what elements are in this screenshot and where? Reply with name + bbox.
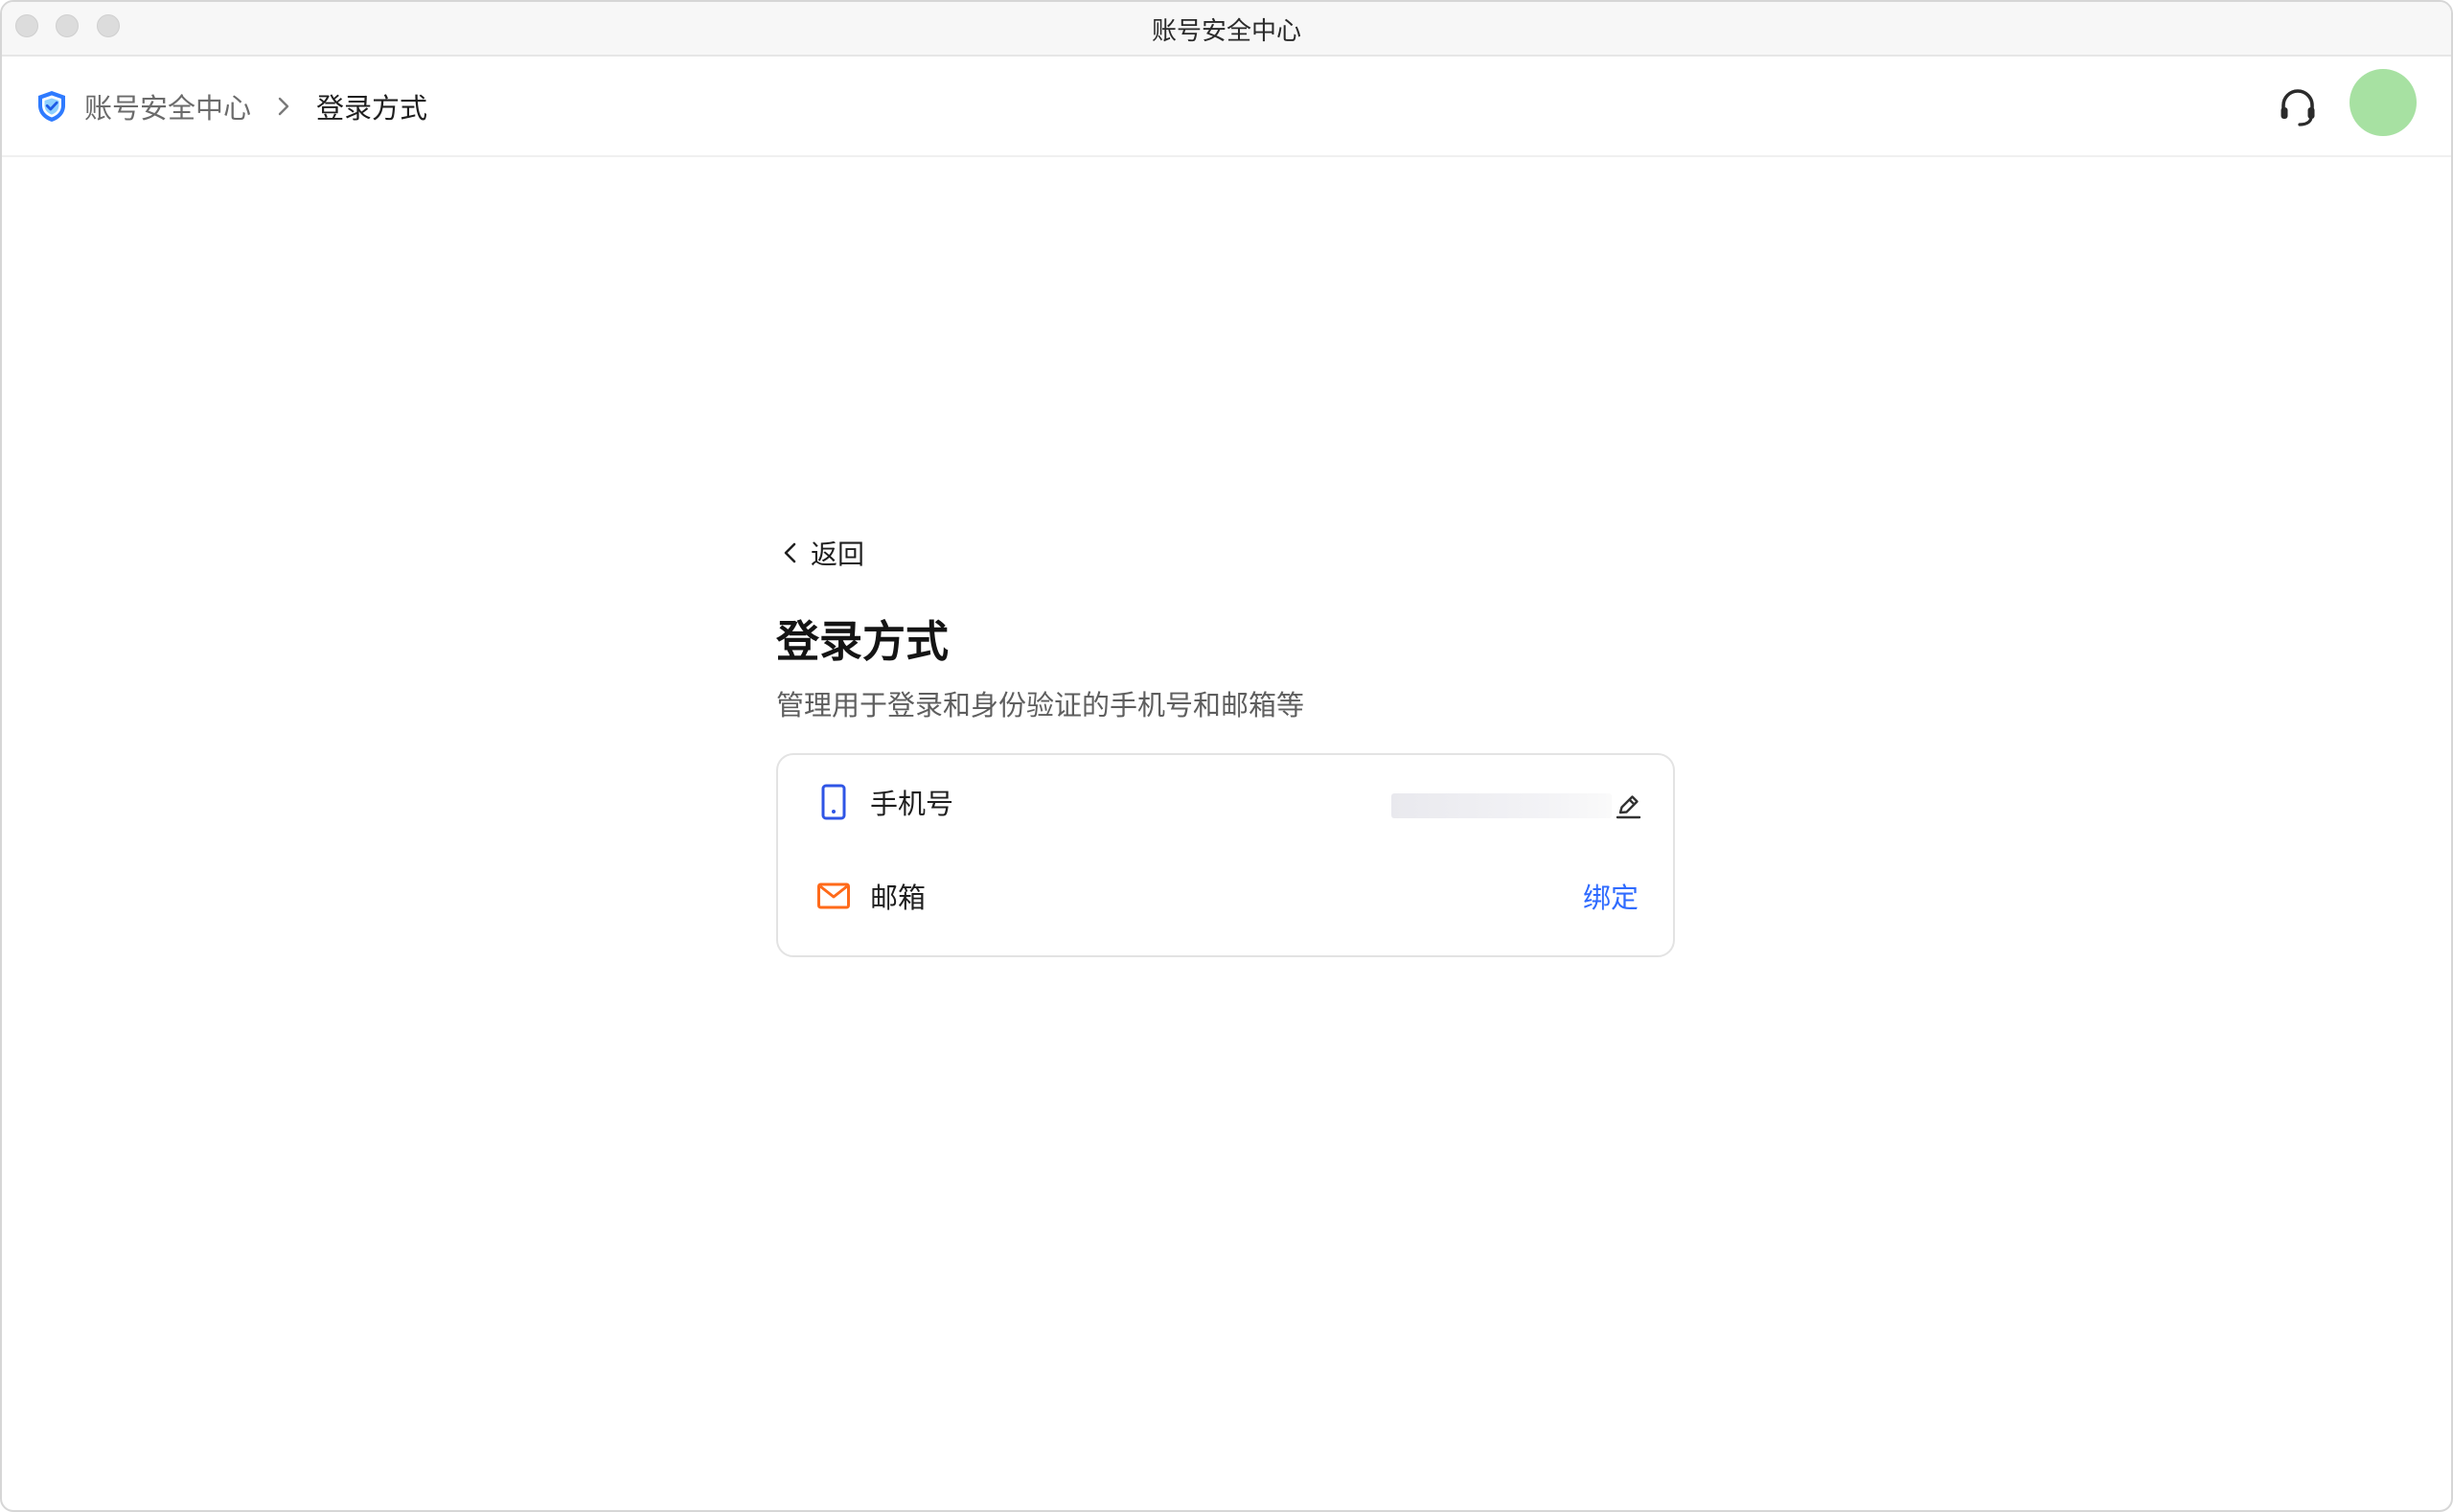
title-bar: 账号安全中心 [2, 2, 2451, 57]
mail-icon [817, 882, 850, 909]
page-subtitle: 管理用于登录和身份验证的手机号和邮箱等 [776, 689, 1305, 722]
shield-icon [38, 91, 65, 122]
phone-label: 手机号 [870, 788, 954, 820]
app-window: 账号安全中心 账号安全中心 登录方式 返回 登录方式 管理用于登录和身份验证的手… [0, 0, 2453, 1512]
back-button[interactable]: 返回 [776, 531, 891, 575]
edit-icon[interactable] [1612, 790, 1644, 822]
chevron-left-icon [784, 542, 796, 563]
main-content: 返回 登录方式 管理用于登录和身份验证的手机号和邮箱等 手机号 邮箱 绑定 [776, 531, 1679, 957]
breadcrumb-current: 登录方式 [316, 92, 428, 125]
breadcrumb: 账号安全中心 登录方式 [34, 87, 427, 126]
headset-icon[interactable] [2275, 84, 2321, 130]
login-method-phone-row: 手机号 [778, 755, 1673, 849]
phone-number-masked [1391, 793, 1612, 818]
page-title: 登录方式 [776, 616, 950, 667]
window-title: 账号安全中心 [1151, 17, 1301, 46]
login-methods-card: 手机号 邮箱 绑定 [776, 753, 1675, 957]
chevron-right-icon [278, 97, 289, 116]
phone-icon [821, 784, 846, 820]
user-avatar[interactable] [2350, 69, 2417, 136]
bind-email-button[interactable]: 绑定 [1583, 876, 1639, 916]
back-label: 返回 [811, 538, 865, 570]
breadcrumb-root-link[interactable]: 账号安全中心 [34, 86, 251, 126]
email-label: 邮箱 [870, 882, 927, 914]
top-header: 账号安全中心 登录方式 [2, 57, 2451, 157]
breadcrumb-root-label: 账号安全中心 [84, 92, 252, 125]
login-method-email-row: 邮箱 绑定 [778, 849, 1673, 943]
